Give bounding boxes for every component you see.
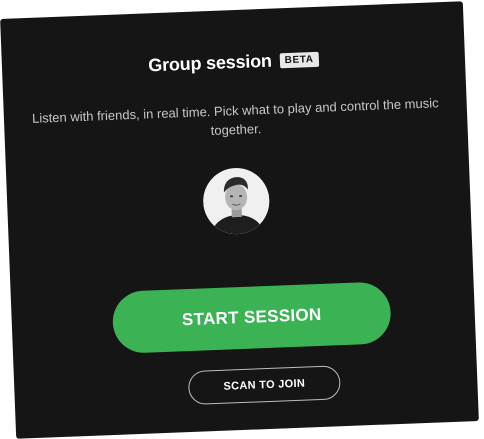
user-avatar-icon <box>201 166 271 236</box>
start-session-button[interactable]: START SESSION <box>111 281 392 354</box>
title-row: Group session BETA <box>2 43 465 82</box>
dialog-description: Listen with friends, in real time. Pick … <box>31 95 439 139</box>
dialog-title: Group session <box>147 50 273 76</box>
user-avatar <box>201 166 271 236</box>
group-session-dialog: Group session BETA Listen with friends, … <box>0 1 479 439</box>
beta-badge: BETA <box>279 51 319 69</box>
scan-to-join-button[interactable]: SCAN TO JOIN <box>187 365 341 406</box>
